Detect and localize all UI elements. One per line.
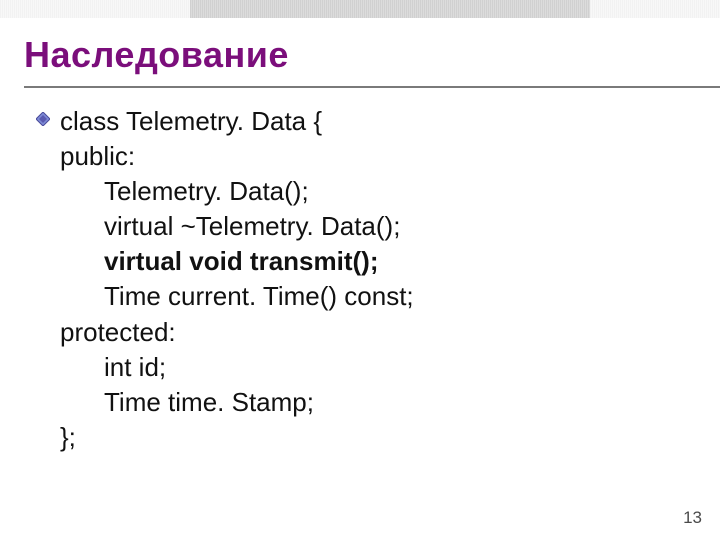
code-block: class Telemetry. Data { public: Telemetr… [60, 104, 414, 455]
code-line: virtual ~Telemetry. Data(); [60, 209, 414, 244]
diamond-bullet-icon [36, 112, 50, 126]
code-line: class Telemetry. Data { [60, 104, 414, 139]
code-line: Time time. Stamp; [60, 385, 414, 420]
slide-title: Наследование [24, 34, 289, 76]
code-line: Telemetry. Data(); [60, 174, 414, 209]
code-line: protected: [60, 315, 414, 350]
code-line: }; [60, 420, 414, 455]
decorative-top-bar [0, 0, 720, 18]
page-number: 13 [683, 508, 702, 528]
title-underline [24, 86, 720, 88]
code-line: Time current. Time() const; [60, 279, 414, 314]
code-line: int id; [60, 350, 414, 385]
code-line-bold: virtual void transmit(); [60, 244, 414, 279]
top-bar-left-segment [0, 0, 190, 18]
top-bar-right-segment [590, 0, 720, 18]
code-line: public: [60, 139, 414, 174]
